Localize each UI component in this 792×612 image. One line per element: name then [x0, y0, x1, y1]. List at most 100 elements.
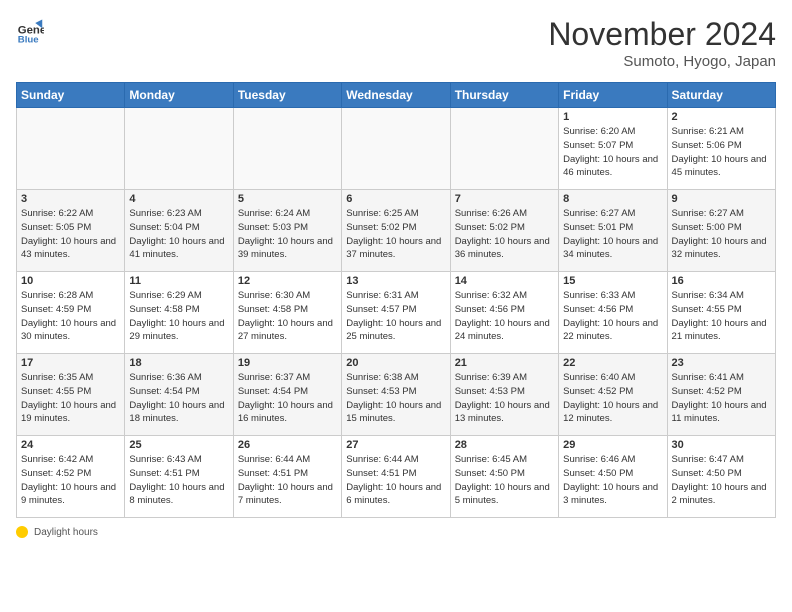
- day-info: Sunrise: 6:35 AMSunset: 4:55 PMDaylight:…: [21, 371, 120, 426]
- day-number: 19: [238, 357, 337, 369]
- day-info: Sunrise: 6:34 AMSunset: 4:55 PMDaylight:…: [672, 289, 771, 344]
- day-info: Sunrise: 6:32 AMSunset: 4:56 PMDaylight:…: [455, 289, 554, 344]
- day-number: 13: [346, 275, 445, 287]
- day-info: Sunrise: 6:36 AMSunset: 4:54 PMDaylight:…: [129, 371, 228, 426]
- day-info: Sunrise: 6:40 AMSunset: 4:52 PMDaylight:…: [563, 371, 662, 426]
- day-info: Sunrise: 6:30 AMSunset: 4:58 PMDaylight:…: [238, 289, 337, 344]
- day-number: 8: [563, 193, 662, 205]
- calendar-cell: 20 Sunrise: 6:38 AMSunset: 4:53 PMDayligh…: [342, 354, 450, 436]
- day-number: 22: [563, 357, 662, 369]
- calendar-cell: 29 Sunrise: 6:46 AMSunset: 4:50 PMDayligh…: [559, 436, 667, 518]
- day-number: 28: [455, 439, 554, 451]
- calendar-cell: 28 Sunrise: 6:45 AMSunset: 4:50 PMDayligh…: [450, 436, 558, 518]
- day-number: 7: [455, 193, 554, 205]
- calendar-cell: 25 Sunrise: 6:43 AMSunset: 4:51 PMDayligh…: [125, 436, 233, 518]
- day-info: Sunrise: 6:25 AMSunset: 5:02 PMDaylight:…: [346, 207, 445, 262]
- day-info: Sunrise: 6:39 AMSunset: 4:53 PMDaylight:…: [455, 371, 554, 426]
- col-header-thursday: Thursday: [450, 83, 558, 108]
- calendar-cell: 4 Sunrise: 6:23 AMSunset: 5:04 PMDaylight…: [125, 190, 233, 272]
- calendar-cell: [450, 108, 558, 190]
- calendar-table: SundayMondayTuesdayWednesdayThursdayFrid…: [16, 82, 776, 518]
- calendar-cell: 26 Sunrise: 6:44 AMSunset: 4:51 PMDayligh…: [233, 436, 341, 518]
- col-header-wednesday: Wednesday: [342, 83, 450, 108]
- col-header-saturday: Saturday: [667, 83, 775, 108]
- calendar-cell: 1 Sunrise: 6:20 AMSunset: 5:07 PMDaylight…: [559, 108, 667, 190]
- day-info: Sunrise: 6:26 AMSunset: 5:02 PMDaylight:…: [455, 207, 554, 262]
- week-row-5: 24 Sunrise: 6:42 AMSunset: 4:52 PMDayligh…: [17, 436, 776, 518]
- svg-text:Blue: Blue: [18, 34, 39, 44]
- day-number: 27: [346, 439, 445, 451]
- calendar-cell: 27 Sunrise: 6:44 AMSunset: 4:51 PMDayligh…: [342, 436, 450, 518]
- calendar-cell: 19Sunrise: 6:37 AMSunset: 4:54 PMDayligh…: [233, 354, 341, 436]
- day-info: Sunrise: 6:47 AMSunset: 4:50 PMDaylight:…: [672, 453, 771, 508]
- day-number: 1: [563, 111, 662, 123]
- day-info: Sunrise: 6:27 AMSunset: 5:01 PMDaylight:…: [563, 207, 662, 262]
- week-row-3: 10 Sunrise: 6:28 AMSunset: 4:59 PMDayligh…: [17, 272, 776, 354]
- calendar-cell: 7 Sunrise: 6:26 AMSunset: 5:02 PMDaylight…: [450, 190, 558, 272]
- calendar-cell: 23 Sunrise: 6:41 AMSunset: 4:52 PMDayligh…: [667, 354, 775, 436]
- calendar-cell: 11Sunrise: 6:29 AMSunset: 4:58 PMDayligh…: [125, 272, 233, 354]
- calendar-cell: [342, 108, 450, 190]
- calendar-cell: 10 Sunrise: 6:28 AMSunset: 4:59 PMDayligh…: [17, 272, 125, 354]
- calendar-cell: 21 Sunrise: 6:39 AMSunset: 4:53 PMDayligh…: [450, 354, 558, 436]
- logo-icon: General Blue: [16, 16, 44, 44]
- day-info: Sunrise: 6:24 AMSunset: 5:03 PMDaylight:…: [238, 207, 337, 262]
- day-info: Sunrise: 6:33 AMSunset: 4:56 PMDaylight:…: [563, 289, 662, 344]
- day-number: 12: [238, 275, 337, 287]
- day-number: 26: [238, 439, 337, 451]
- day-info: Sunrise: 6:42 AMSunset: 4:52 PMDaylight:…: [21, 453, 120, 508]
- day-number: 2: [672, 111, 771, 123]
- day-number: 24: [21, 439, 120, 451]
- calendar-cell: 12 Sunrise: 6:30 AMSunset: 4:58 PMDayligh…: [233, 272, 341, 354]
- footer: Daylight hours: [16, 526, 776, 538]
- day-number: 9: [672, 193, 771, 205]
- day-info: Sunrise: 6:21 AMSunset: 5:06 PMDaylight:…: [672, 125, 771, 180]
- day-info: Sunrise: 6:22 AMSunset: 5:05 PMDaylight:…: [21, 207, 120, 262]
- day-info: Sunrise: 6:23 AMSunset: 5:04 PMDaylight:…: [129, 207, 228, 262]
- day-info: Sunrise: 6:41 AMSunset: 4:52 PMDaylight:…: [672, 371, 771, 426]
- day-number: 17: [21, 357, 120, 369]
- day-number: 3: [21, 193, 120, 205]
- calendar-cell: 17 Sunrise: 6:35 AMSunset: 4:55 PMDayligh…: [17, 354, 125, 436]
- week-row-1: 1 Sunrise: 6:20 AMSunset: 5:07 PMDaylight…: [17, 108, 776, 190]
- calendar-cell: [17, 108, 125, 190]
- title-area: November 2024 Sumoto, Hyogo, Japan: [548, 16, 776, 70]
- day-number: 21: [455, 357, 554, 369]
- page-header: General Blue November 2024 Sumoto, Hyogo…: [16, 16, 776, 70]
- week-row-2: 3 Sunrise: 6:22 AMSunset: 5:05 PMDaylight…: [17, 190, 776, 272]
- calendar-cell: 14 Sunrise: 6:32 AMSunset: 4:56 PMDayligh…: [450, 272, 558, 354]
- day-number: 23: [672, 357, 771, 369]
- day-number: 25: [129, 439, 228, 451]
- day-number: 5: [238, 193, 337, 205]
- day-info: Sunrise: 6:43 AMSunset: 4:51 PMDaylight:…: [129, 453, 228, 508]
- day-info: Sunrise: 6:31 AMSunset: 4:57 PMDaylight:…: [346, 289, 445, 344]
- day-info: Sunrise: 6:46 AMSunset: 4:50 PMDaylight:…: [563, 453, 662, 508]
- week-row-4: 17 Sunrise: 6:35 AMSunset: 4:55 PMDayligh…: [17, 354, 776, 436]
- day-number: 20: [346, 357, 445, 369]
- day-info: Sunrise: 6:44 AMSunset: 4:51 PMDaylight:…: [346, 453, 445, 508]
- col-header-friday: Friday: [559, 83, 667, 108]
- col-header-sunday: Sunday: [17, 83, 125, 108]
- day-info: Sunrise: 6:28 AMSunset: 4:59 PMDaylight:…: [21, 289, 120, 344]
- day-number: 10: [21, 275, 120, 287]
- day-number: 18: [129, 357, 228, 369]
- footer-label: Daylight hours: [34, 527, 98, 538]
- day-info: Sunrise: 6:29 AMSunset: 4:58 PMDaylight:…: [129, 289, 228, 344]
- day-number: 6: [346, 193, 445, 205]
- calendar-cell: [125, 108, 233, 190]
- col-header-tuesday: Tuesday: [233, 83, 341, 108]
- calendar-cell: 18 Sunrise: 6:36 AMSunset: 4:54 PMDayligh…: [125, 354, 233, 436]
- col-header-monday: Monday: [125, 83, 233, 108]
- calendar-header: SundayMondayTuesdayWednesdayThursdayFrid…: [17, 83, 776, 108]
- location: Sumoto, Hyogo, Japan: [548, 53, 776, 70]
- calendar-cell: 15Sunrise: 6:33 AMSunset: 4:56 PMDayligh…: [559, 272, 667, 354]
- day-number: 4: [129, 193, 228, 205]
- day-number: 14: [455, 275, 554, 287]
- day-info: Sunrise: 6:44 AMSunset: 4:51 PMDaylight:…: [238, 453, 337, 508]
- day-number: 16: [672, 275, 771, 287]
- calendar-cell: 6 Sunrise: 6:25 AMSunset: 5:02 PMDaylight…: [342, 190, 450, 272]
- day-info: Sunrise: 6:45 AMSunset: 4:50 PMDaylight:…: [455, 453, 554, 508]
- day-info: Sunrise: 6:20 AMSunset: 5:07 PMDaylight:…: [563, 125, 662, 180]
- day-number: 29: [563, 439, 662, 451]
- day-info: Sunrise: 6:38 AMSunset: 4:53 PMDaylight:…: [346, 371, 445, 426]
